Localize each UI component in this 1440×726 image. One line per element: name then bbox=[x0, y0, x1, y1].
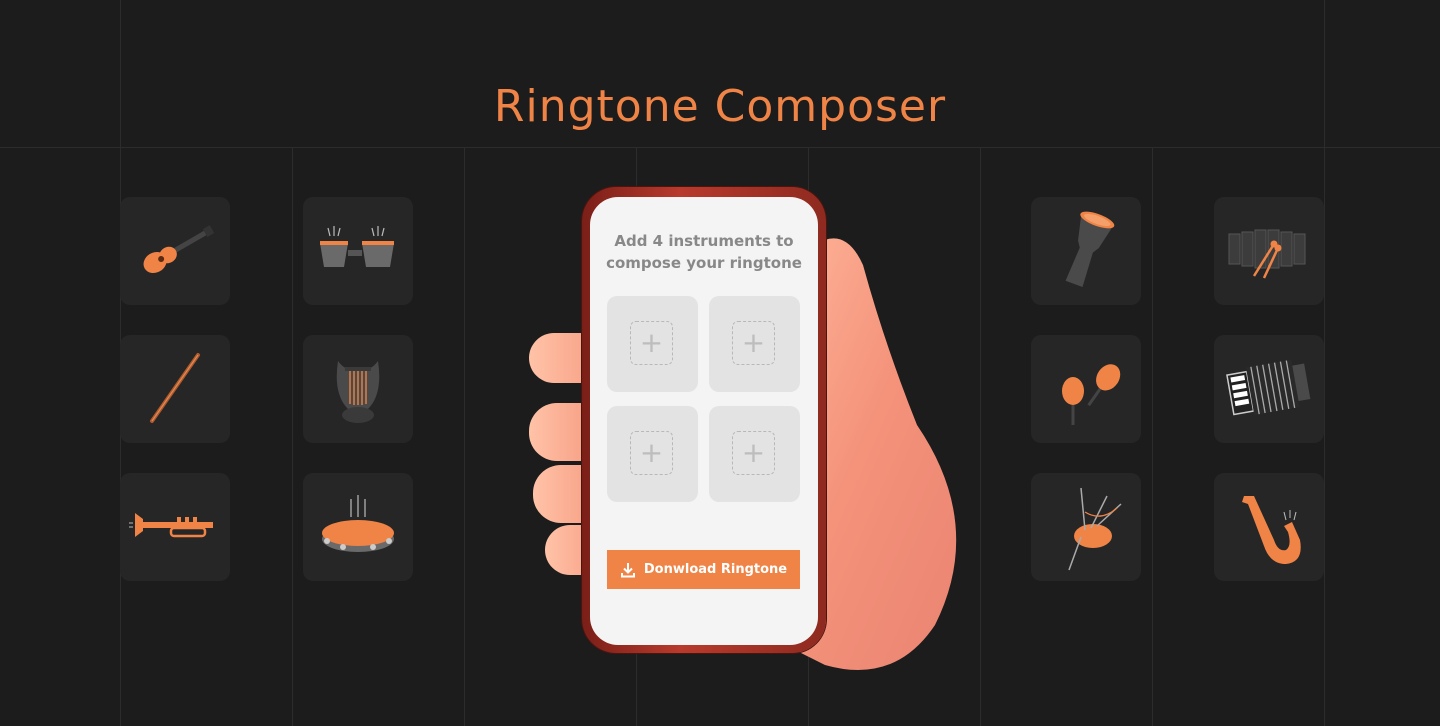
download-icon bbox=[620, 562, 635, 577]
add-icon: + bbox=[741, 326, 766, 359]
phone-screen: Add 4 instruments to compose your ringto… bbox=[590, 197, 818, 645]
maracas-icon bbox=[1062, 364, 1121, 425]
instrument-tile-trumpet[interactable] bbox=[120, 473, 230, 581]
trumpet-icon bbox=[129, 513, 213, 538]
instrument-slot-1[interactable]: + bbox=[607, 296, 698, 392]
phone-mockup: Add 4 instruments to compose your ringto… bbox=[582, 187, 826, 653]
instrument-tile-flute[interactable] bbox=[120, 335, 230, 443]
instrument-slot-3[interactable]: + bbox=[607, 406, 698, 502]
bagpipes-icon bbox=[1068, 487, 1122, 571]
xylophone-icon bbox=[1228, 229, 1306, 279]
instrument-tile-saxophone[interactable] bbox=[1214, 473, 1324, 581]
instrument-tile-djembe[interactable] bbox=[1031, 197, 1141, 305]
page-title: Ringtone Composer bbox=[493, 81, 947, 133]
instrument-tile-maracas[interactable] bbox=[1031, 335, 1141, 443]
instrument-tile-bongos[interactable] bbox=[303, 197, 413, 305]
add-icon: + bbox=[639, 326, 664, 359]
ukulele-icon bbox=[143, 225, 215, 274]
flute-icon bbox=[150, 353, 200, 423]
add-icon: + bbox=[741, 436, 766, 469]
add-icon: + bbox=[639, 436, 664, 469]
bongo-drums-icon bbox=[320, 226, 394, 267]
instrument-tile-lyre[interactable] bbox=[303, 335, 413, 443]
instrument-slot-4[interactable]: + bbox=[709, 406, 800, 502]
djembe-icon bbox=[1065, 211, 1115, 287]
instrument-tile-ukulele[interactable] bbox=[120, 197, 230, 305]
saxophone-icon bbox=[1242, 496, 1301, 564]
grid-line bbox=[0, 147, 1440, 148]
grid-line bbox=[292, 147, 293, 726]
tambourine-icon bbox=[322, 495, 394, 552]
instrument-tile-accordion[interactable] bbox=[1214, 335, 1324, 443]
grid-line bbox=[1152, 147, 1153, 726]
download-button-label: Donwload Ringtone bbox=[643, 562, 788, 577]
instrument-slot-2[interactable]: + bbox=[709, 296, 800, 392]
lyre-icon bbox=[336, 361, 380, 423]
accordion-icon bbox=[1226, 359, 1311, 416]
grid-line bbox=[464, 147, 465, 726]
composer-prompt: Add 4 instruments to compose your ringto… bbox=[606, 232, 802, 272]
download-ringtone-button[interactable]: Donwload Ringtone bbox=[607, 550, 800, 589]
instrument-tile-xylophone[interactable] bbox=[1214, 197, 1324, 305]
instrument-tile-bagpipes[interactable] bbox=[1031, 473, 1141, 581]
instrument-tile-tambourine[interactable] bbox=[303, 473, 413, 581]
